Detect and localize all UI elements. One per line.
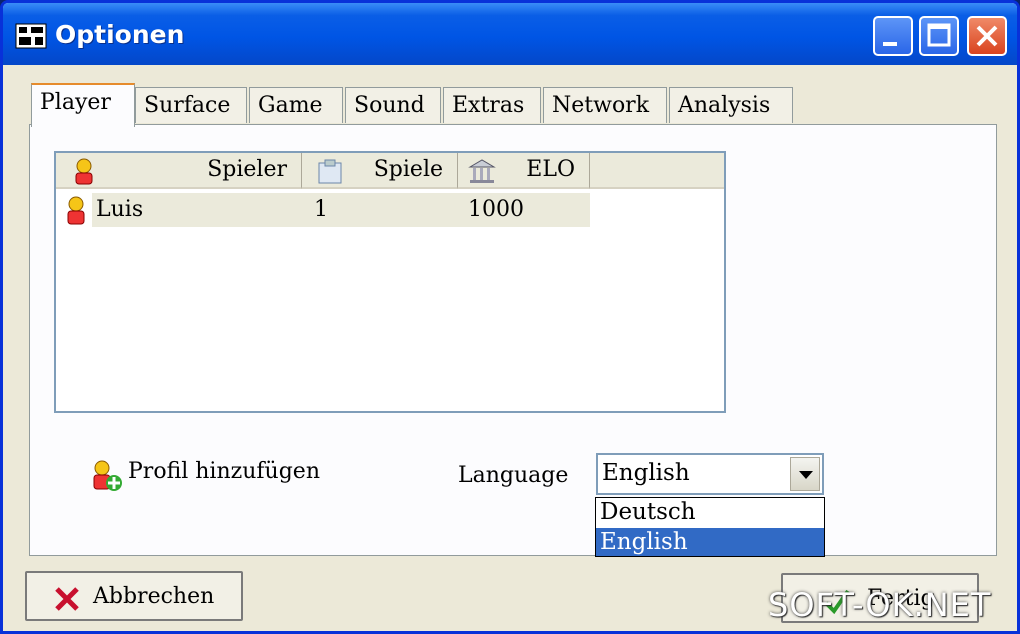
table-row[interactable]: Luis 1 1000 bbox=[56, 191, 590, 229]
add-profile-label: Profil hinzufügen bbox=[128, 459, 320, 484]
cancel-button[interactable]: Abbrechen bbox=[25, 571, 243, 621]
player-tab-panel: Spieler Spiele ELO Luis 1 1000 Profil hi… bbox=[29, 124, 997, 557]
tab-game[interactable]: Game bbox=[249, 87, 343, 123]
language-dropdown-list: Deutsch English bbox=[595, 497, 825, 557]
building-icon bbox=[468, 159, 496, 183]
column-header-empty bbox=[590, 153, 724, 189]
tab-network[interactable]: Network bbox=[543, 87, 667, 123]
maximize-icon bbox=[927, 23, 951, 47]
maximize-button[interactable] bbox=[919, 16, 959, 56]
chevron-down-icon[interactable] bbox=[790, 457, 820, 491]
player-list[interactable]: Spieler Spiele ELO Luis 1 1000 bbox=[54, 151, 726, 413]
close-icon bbox=[976, 25, 998, 47]
close-icon bbox=[55, 587, 79, 611]
column-header-spieler[interactable]: Spieler bbox=[56, 153, 302, 189]
tab-player[interactable]: Player bbox=[31, 83, 135, 127]
options-window: Optionen Player Surface Game Sound Extra… bbox=[0, 0, 1020, 634]
player-icon bbox=[75, 158, 93, 185]
language-label: Language bbox=[458, 463, 569, 488]
title-bar[interactable]: Optionen bbox=[3, 3, 1017, 65]
add-user-icon bbox=[93, 460, 122, 491]
app-icon bbox=[15, 23, 47, 49]
tab-surface[interactable]: Surface bbox=[135, 87, 247, 123]
close-button[interactable] bbox=[967, 16, 1007, 56]
watermark: SOFT-OK.NET bbox=[768, 586, 992, 624]
cell-elo: 1000 bbox=[468, 197, 524, 222]
window-title: Optionen bbox=[55, 20, 185, 49]
language-select[interactable]: English bbox=[596, 453, 824, 495]
column-header-elo[interactable]: ELO bbox=[458, 153, 590, 189]
column-header-spiele[interactable]: Spiele bbox=[302, 153, 458, 189]
tab-extras[interactable]: Extras bbox=[443, 87, 541, 123]
minimize-button[interactable] bbox=[873, 16, 913, 56]
tab-analysis[interactable]: Analysis bbox=[669, 87, 793, 123]
cell-games: 1 bbox=[314, 197, 328, 222]
player-icon bbox=[67, 196, 85, 225]
minimize-icon bbox=[883, 42, 897, 46]
cancel-label: Abbrechen bbox=[93, 584, 215, 609]
language-option-deutsch[interactable]: Deutsch bbox=[596, 498, 824, 526]
language-option-english[interactable]: English bbox=[596, 528, 824, 556]
cell-player: Luis bbox=[96, 197, 144, 222]
clipboard-icon bbox=[318, 159, 342, 184]
language-selected-value: English bbox=[602, 460, 690, 486]
tab-sound[interactable]: Sound bbox=[345, 87, 441, 123]
